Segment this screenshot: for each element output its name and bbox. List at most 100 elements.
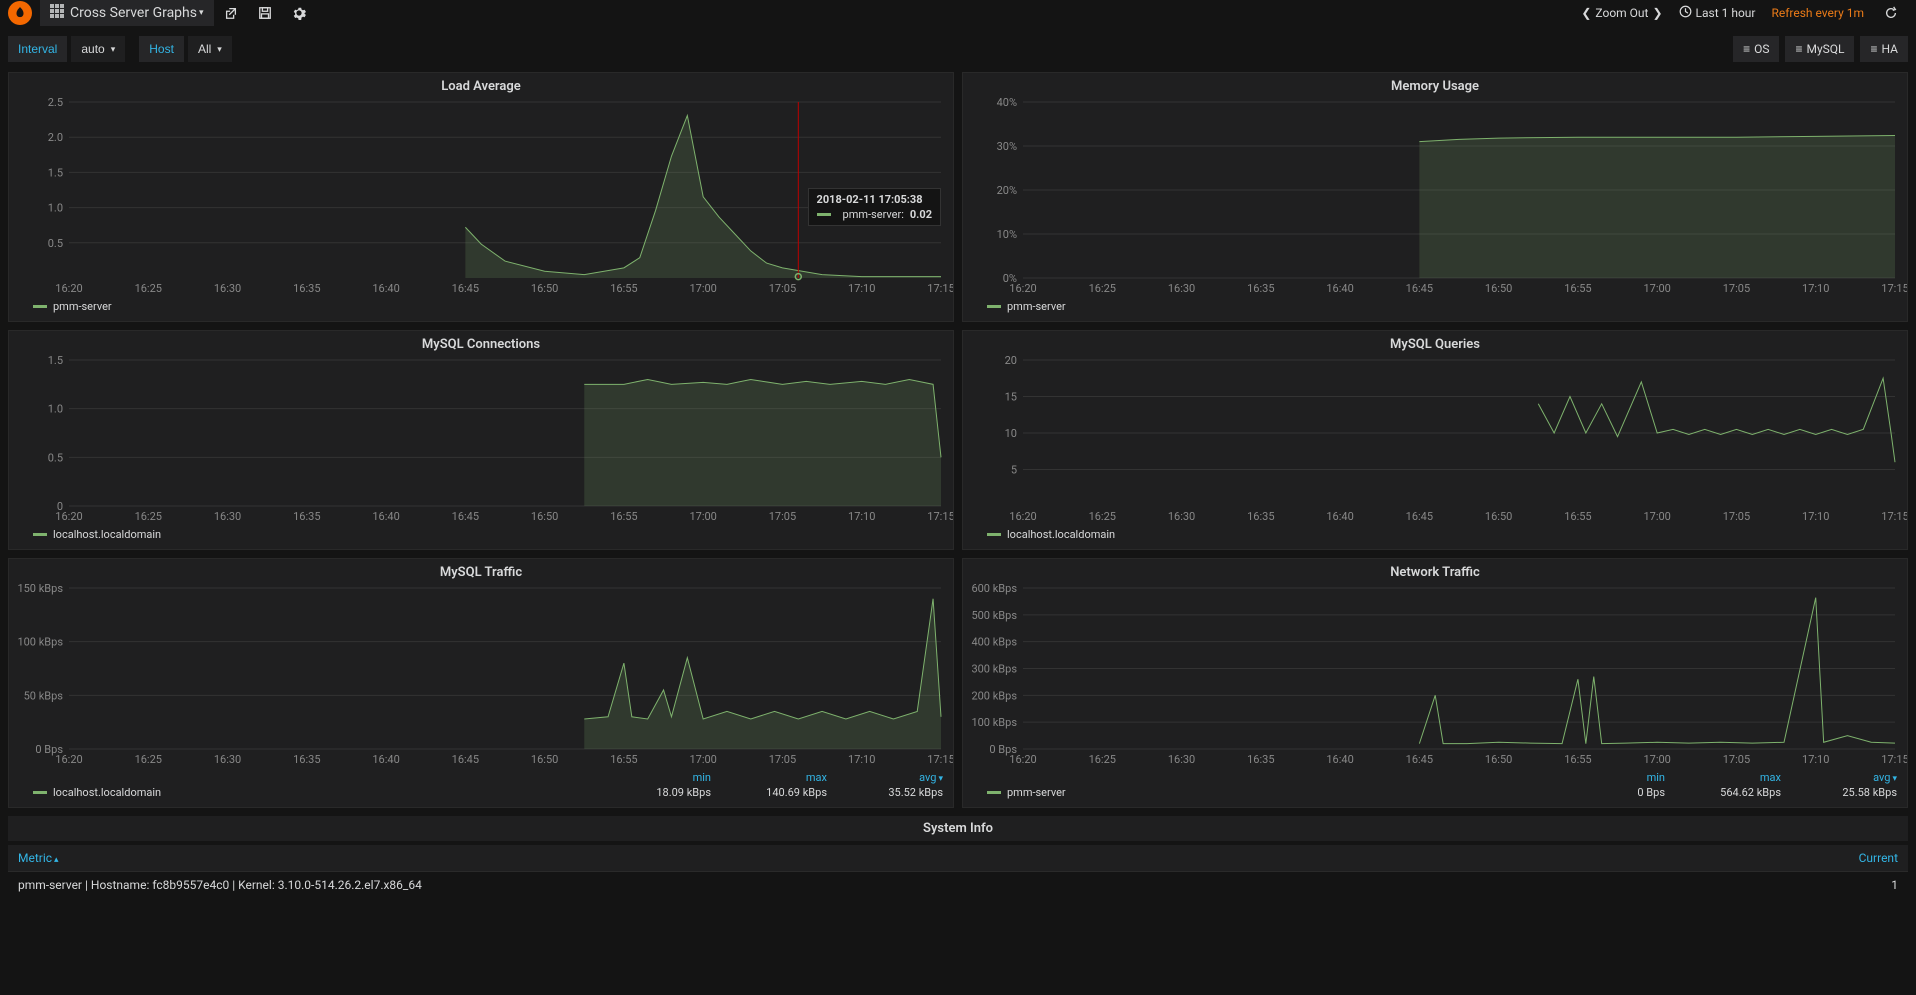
svg-text:16:45: 16:45: [452, 753, 479, 766]
row-header-system-info[interactable]: System Info: [8, 816, 1908, 841]
stats-max-header[interactable]: max: [1701, 771, 1781, 784]
panel-mysql-queries[interactable]: MySQL Queries 510152016:2016:2516:3016:3…: [962, 330, 1908, 550]
svg-text:16:25: 16:25: [1089, 510, 1116, 523]
svg-text:100 kBps: 100 kBps: [17, 636, 63, 649]
svg-text:17:15: 17:15: [1881, 510, 1907, 523]
topbar: Cross Server Graphs ▾ ❮ Zoom Out ❯ Last …: [0, 0, 1916, 26]
svg-text:16:25: 16:25: [135, 510, 162, 523]
svg-text:17:00: 17:00: [1643, 753, 1670, 766]
svg-text:16:55: 16:55: [610, 753, 637, 766]
chart-tooltip: 2018-02-11 17:05:38 pmm-server: 0.02: [808, 188, 941, 226]
svg-text:16:20: 16:20: [1009, 510, 1036, 523]
share-button[interactable]: [214, 2, 248, 24]
col-metric[interactable]: Metric▴: [8, 845, 1675, 872]
svg-text:16:50: 16:50: [531, 282, 558, 295]
svg-text:16:25: 16:25: [135, 753, 162, 766]
svg-text:17:00: 17:00: [689, 510, 716, 523]
svg-text:16:20: 16:20: [55, 282, 82, 295]
svg-text:16:40: 16:40: [372, 510, 399, 523]
legend[interactable]: pmm-server: [963, 296, 1907, 321]
host-select[interactable]: All ▾: [188, 36, 232, 62]
panel-mysql-connections[interactable]: MySQL Connections 00.51.01.516:2016:2516…: [8, 330, 954, 550]
legend-swatch: [987, 791, 1001, 794]
stat-max: 140.69 kBps: [747, 786, 827, 799]
svg-text:16:30: 16:30: [1168, 510, 1195, 523]
col-current[interactable]: Current: [1675, 845, 1908, 872]
clock-icon: [1679, 5, 1692, 21]
legend: min max avg▾ localhost.localdomain 18.09…: [9, 767, 953, 807]
legend-label: pmm-server: [53, 300, 112, 313]
svg-text:17:10: 17:10: [1802, 510, 1829, 523]
svg-text:30%: 30%: [997, 140, 1017, 153]
panel-network-traffic[interactable]: Network Traffic 0 Bps100 kBps200 kBps300…: [962, 558, 1908, 808]
refresh-button[interactable]: [1874, 2, 1908, 24]
stats-avg-header[interactable]: avg▾: [863, 771, 943, 784]
svg-text:100 kBps: 100 kBps: [971, 716, 1017, 729]
svg-text:17:10: 17:10: [1802, 753, 1829, 766]
svg-text:17:10: 17:10: [848, 753, 875, 766]
legend-swatch: [33, 305, 47, 308]
legend-swatch: [33, 791, 47, 794]
link-mysql[interactable]: ≡ MySQL: [1785, 36, 1854, 62]
svg-text:1.0: 1.0: [48, 202, 63, 215]
settings-button[interactable]: [282, 2, 316, 24]
svg-text:17:00: 17:00: [1643, 282, 1670, 295]
svg-text:1.0: 1.0: [48, 403, 63, 416]
refresh-interval-picker[interactable]: Refresh every 1m: [1765, 4, 1870, 22]
svg-text:20: 20: [1005, 354, 1017, 367]
stats-min-header[interactable]: min: [1585, 771, 1665, 784]
svg-text:16:35: 16:35: [1247, 282, 1274, 295]
link-os[interactable]: ≡ OS: [1733, 36, 1779, 62]
svg-text:16:50: 16:50: [531, 510, 558, 523]
svg-text:16:45: 16:45: [1406, 753, 1433, 766]
panel-title: Memory Usage: [963, 73, 1907, 96]
legend[interactable]: localhost.localdomain: [963, 524, 1907, 549]
svg-text:16:35: 16:35: [293, 753, 320, 766]
legend-label[interactable]: pmm-server: [1007, 786, 1066, 799]
svg-text:16:50: 16:50: [1485, 510, 1512, 523]
svg-text:16:45: 16:45: [452, 282, 479, 295]
svg-text:16:45: 16:45: [1406, 282, 1433, 295]
svg-text:16:55: 16:55: [1564, 510, 1591, 523]
stats-max-header[interactable]: max: [747, 771, 827, 784]
panel-load-average[interactable]: Load Average 0.51.01.52.02.516:2016:2516…: [8, 72, 954, 322]
stats-avg-header[interactable]: avg▾: [1817, 771, 1897, 784]
save-button[interactable]: [248, 2, 282, 24]
table-row: pmm-server | Hostname: fc8b9557e4c0 | Ke…: [8, 872, 1908, 899]
legend-label: localhost.localdomain: [1007, 528, 1115, 541]
cell-metric: pmm-server | Hostname: fc8b9557e4c0 | Ke…: [8, 872, 1675, 899]
grafana-logo[interactable]: [8, 1, 32, 25]
dashboard-picker[interactable]: Cross Server Graphs ▾: [40, 0, 214, 26]
svg-text:17:00: 17:00: [1643, 510, 1670, 523]
panel-memory-usage[interactable]: Memory Usage 0%10%20%30%40%16:2016:2516:…: [962, 72, 1908, 322]
legend[interactable]: localhost.localdomain: [9, 524, 953, 549]
zoom-out-button[interactable]: ❮ Zoom Out ❯: [1575, 4, 1668, 22]
host-label[interactable]: Host: [139, 36, 184, 62]
chevron-down-icon: ▾: [217, 44, 222, 55]
svg-text:16:45: 16:45: [452, 510, 479, 523]
legend-swatch: [987, 305, 1001, 308]
svg-text:150 kBps: 150 kBps: [17, 582, 63, 595]
stat-max: 564.62 kBps: [1701, 786, 1781, 799]
interval-select[interactable]: auto ▾: [71, 36, 125, 62]
legend[interactable]: pmm-server: [9, 296, 953, 321]
svg-text:16:20: 16:20: [55, 510, 82, 523]
stats-min-header[interactable]: min: [631, 771, 711, 784]
legend: min max avg▾ pmm-server 0 Bps 564.62 kBp…: [963, 767, 1907, 807]
stat-avg: 35.52 kBps: [863, 786, 943, 799]
svg-text:300 kBps: 300 kBps: [971, 663, 1017, 676]
time-range-picker[interactable]: Last 1 hour: [1673, 3, 1762, 23]
chevron-right-icon: ❯: [1652, 6, 1662, 20]
link-ha[interactable]: ≡ HA: [1860, 36, 1908, 62]
svg-text:17:15: 17:15: [1881, 282, 1907, 295]
svg-text:0.5: 0.5: [48, 451, 63, 464]
svg-text:16:55: 16:55: [610, 282, 637, 295]
svg-text:16:25: 16:25: [1089, 753, 1116, 766]
dashboard-title: Cross Server Graphs: [70, 5, 197, 21]
panel-title: MySQL Queries: [963, 331, 1907, 354]
stat-min: 0 Bps: [1585, 786, 1665, 799]
panel-mysql-traffic[interactable]: MySQL Traffic 0 Bps50 kBps100 kBps150 kB…: [8, 558, 954, 808]
interval-label[interactable]: Interval: [8, 36, 67, 62]
svg-text:40%: 40%: [997, 96, 1017, 109]
legend-label[interactable]: localhost.localdomain: [53, 786, 161, 799]
